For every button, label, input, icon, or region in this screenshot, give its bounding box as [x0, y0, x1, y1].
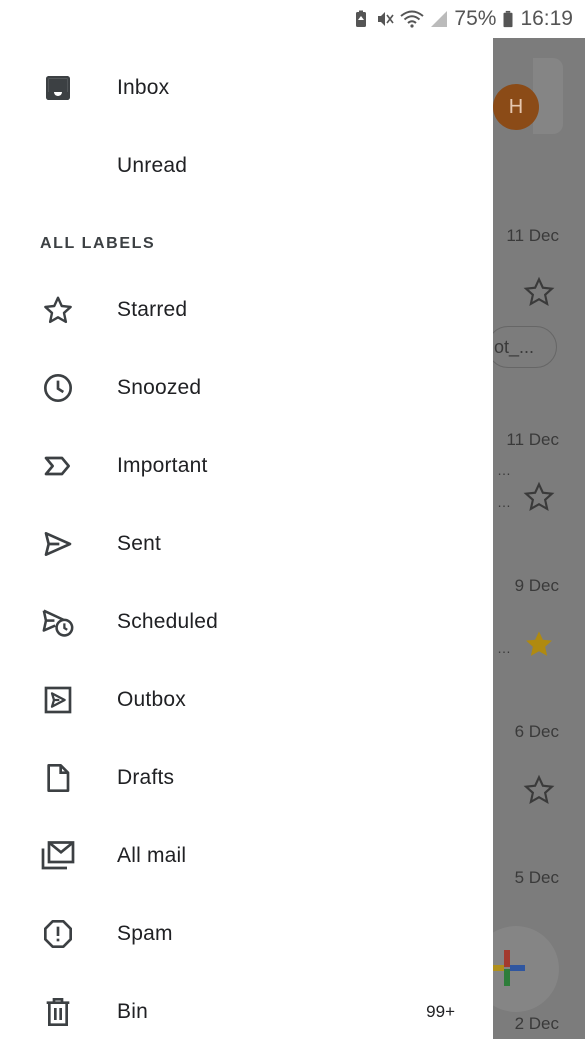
drawer-item-snoozed[interactable]: Snoozed [0, 349, 493, 427]
battery-icon [503, 10, 513, 28]
scrim-overlay[interactable]: H 11 Dec ot_... 11 Dec … … 9 Dec … 6 Dec… [493, 38, 585, 1039]
drawer-item-label: All mail [117, 844, 187, 867]
drawer-item-important[interactable]: Important [0, 427, 493, 505]
attachment-chip[interactable]: ot_... [493, 326, 557, 368]
star-filled-icon[interactable] [523, 628, 555, 660]
drawer-item-starred[interactable]: Starred [0, 271, 493, 349]
send-icon [40, 526, 76, 562]
drawer-item-outbox[interactable]: Outbox [0, 661, 493, 739]
inbox-icon [40, 70, 76, 106]
drawer-item-label: Spam [117, 922, 173, 945]
drawer-item-bin[interactable]: Bin 99+ [0, 973, 493, 1051]
wifi-icon [400, 10, 425, 28]
email-date: 11 Dec [506, 430, 559, 449]
battery-percent: 75% [454, 7, 497, 30]
drawer-item-label: Drafts [117, 766, 175, 789]
drawer-item-spam[interactable]: Spam [0, 895, 493, 973]
drawer-item-label: Sent [117, 532, 161, 555]
drawer-item-label: Important [117, 454, 208, 477]
drawer-item-label: Snoozed [117, 376, 202, 399]
navigation-drawer: Inbox Unread ALL LABELS Starred Snoozed … [0, 38, 493, 1039]
email-date: 5 Dec [514, 868, 559, 887]
signal-icon [431, 11, 448, 27]
star-icon[interactable] [523, 774, 555, 806]
drawer-item-drafts[interactable]: Drafts [0, 739, 493, 817]
drawer-item-sent[interactable]: Sent [0, 505, 493, 583]
section-header-all-labels: ALL LABELS [40, 235, 156, 252]
snippet-ellipsis: … [497, 494, 511, 510]
snippet-ellipsis: … [497, 462, 511, 478]
all-mail-icon [40, 838, 76, 874]
drawer-item-label: Outbox [117, 688, 186, 711]
star-icon [40, 292, 76, 328]
unread-count-badge: 99+ [426, 1002, 455, 1021]
account-avatar[interactable]: H [493, 84, 539, 130]
drawer-item-all-mail[interactable]: All mail [0, 817, 493, 895]
email-date: 6 Dec [514, 722, 559, 741]
email-date: 11 Dec [506, 226, 559, 245]
compose-plus-icon [493, 950, 525, 986]
outbox-icon [40, 682, 76, 718]
draft-icon [40, 760, 76, 796]
snippet-ellipsis: … [497, 640, 511, 656]
clock-icon [40, 370, 76, 406]
spam-icon [40, 916, 76, 952]
star-icon[interactable] [523, 481, 555, 513]
scheduled-send-icon [40, 604, 76, 640]
email-date: 2 Dec [514, 1014, 559, 1033]
drawer-item-label: Unread [117, 154, 188, 177]
drawer-item-label: Inbox [117, 76, 170, 99]
important-icon [40, 448, 76, 484]
drawer-item-inbox[interactable]: Inbox [0, 49, 493, 127]
drawer-item-unread[interactable]: Unread [0, 127, 493, 205]
search-bar-edge [533, 58, 563, 134]
clock-time: 16:19 [520, 7, 573, 30]
drawer-item-label: Scheduled [117, 610, 219, 633]
drawer-item-label: Bin [117, 1000, 148, 1023]
email-date: 9 Dec [514, 576, 559, 595]
drawer-item-label: Starred [117, 298, 188, 321]
mute-icon [378, 12, 395, 26]
compose-button[interactable] [493, 926, 559, 1012]
status-bar: 75% 16:19 [0, 0, 585, 38]
drawer-item-scheduled[interactable]: Scheduled [0, 583, 493, 661]
star-icon[interactable] [523, 276, 555, 308]
bin-icon [40, 994, 76, 1030]
battery-saver-icon [356, 10, 367, 27]
